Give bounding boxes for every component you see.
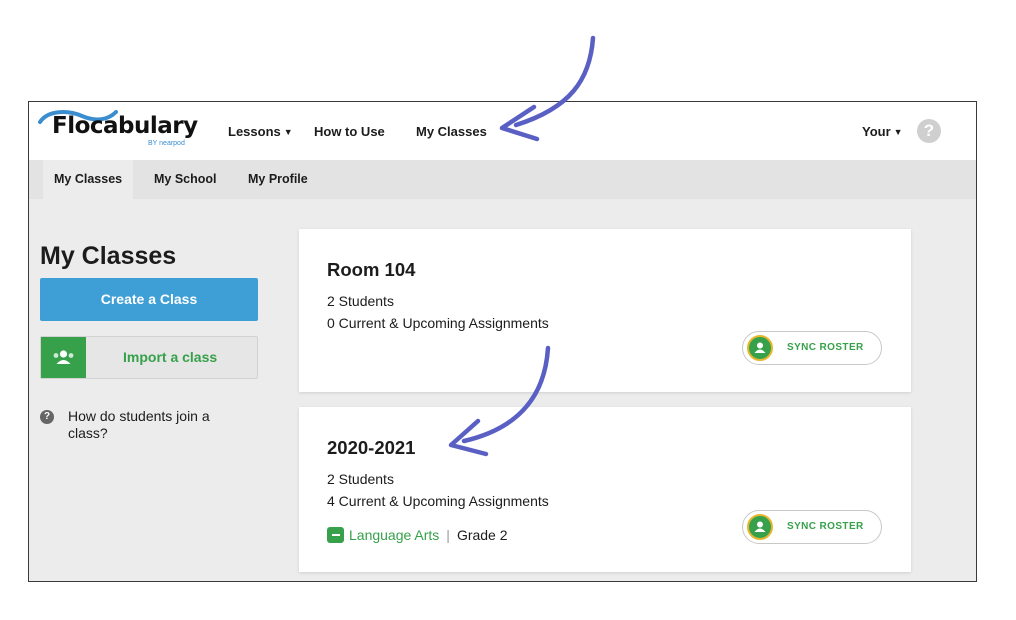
- class-card[interactable]: 2020-2021 2 Students 4 Current & Upcomin…: [299, 407, 911, 572]
- flocabulary-logo[interactable]: Flocabulary BY nearpod: [38, 110, 200, 152]
- google-classroom-icon: [41, 337, 86, 378]
- sync-roster-label: SYNC ROSTER: [787, 521, 864, 532]
- class-card[interactable]: Room 104 2 Students 0 Current & Upcoming…: [299, 229, 911, 392]
- help-icon[interactable]: ?: [917, 119, 941, 143]
- google-classroom-icon: [747, 335, 773, 361]
- sync-roster-button[interactable]: SYNC ROSTER: [742, 331, 882, 365]
- sub-navbar: My Classes My School My Profile: [29, 160, 976, 199]
- question-circle-icon: ?: [40, 410, 54, 424]
- subject-book-icon: [327, 527, 344, 543]
- assignment-count: 0 Current & Upcoming Assignments: [327, 315, 549, 331]
- logo-sub-text: BY nearpod: [148, 140, 185, 147]
- nav-lessons-label: Lessons: [228, 124, 281, 139]
- dropdown-caret-icon: ▼: [893, 127, 903, 137]
- class-name[interactable]: 2020-2021: [327, 437, 415, 459]
- page-title: My Classes: [40, 242, 177, 270]
- nav-lessons[interactable]: Lessons ▼: [228, 124, 293, 139]
- student-count: 2 Students: [327, 471, 394, 487]
- logo-text: Flocabulary: [52, 113, 198, 139]
- sync-roster-label: SYNC ROSTER: [787, 342, 864, 353]
- assignment-count: 4 Current & Upcoming Assignments: [327, 493, 549, 509]
- nav-my-classes-label: My Classes: [416, 124, 487, 139]
- grade-label: Grade 2: [456, 527, 508, 543]
- import-class-label: Import a class: [123, 349, 218, 365]
- subject-label[interactable]: Language Arts: [349, 527, 439, 543]
- import-class-button[interactable]: Import a class: [40, 336, 258, 379]
- separator: |: [446, 527, 450, 543]
- nav-my-classes[interactable]: My Classes: [416, 124, 487, 139]
- nav-how-to-use-label: How to Use: [314, 124, 385, 139]
- google-classroom-icon: [747, 514, 773, 540]
- app-window: Flocabulary BY nearpod Lessons ▼ How to U…: [28, 101, 977, 582]
- sync-roster-button[interactable]: SYNC ROSTER: [742, 510, 882, 544]
- account-label: Your: [862, 124, 891, 139]
- subnav-my-classes[interactable]: My Classes: [43, 160, 134, 199]
- account-menu[interactable]: Your ▼: [862, 124, 903, 139]
- class-subject: Language Arts | Grade 2: [327, 527, 508, 543]
- nav-how-to-use[interactable]: How to Use: [314, 124, 385, 139]
- dropdown-caret-icon: ▼: [283, 127, 293, 137]
- subnav-my-profile[interactable]: My Profile: [248, 160, 308, 199]
- student-count: 2 Students: [327, 293, 394, 309]
- class-name[interactable]: Room 104: [327, 259, 415, 281]
- subnav-my-school[interactable]: My School: [154, 160, 217, 199]
- top-navbar: Flocabulary BY nearpod Lessons ▼ How to U…: [29, 102, 976, 160]
- create-class-button[interactable]: Create a Class: [40, 278, 258, 321]
- join-class-help-link[interactable]: How do students join a class?: [68, 408, 248, 442]
